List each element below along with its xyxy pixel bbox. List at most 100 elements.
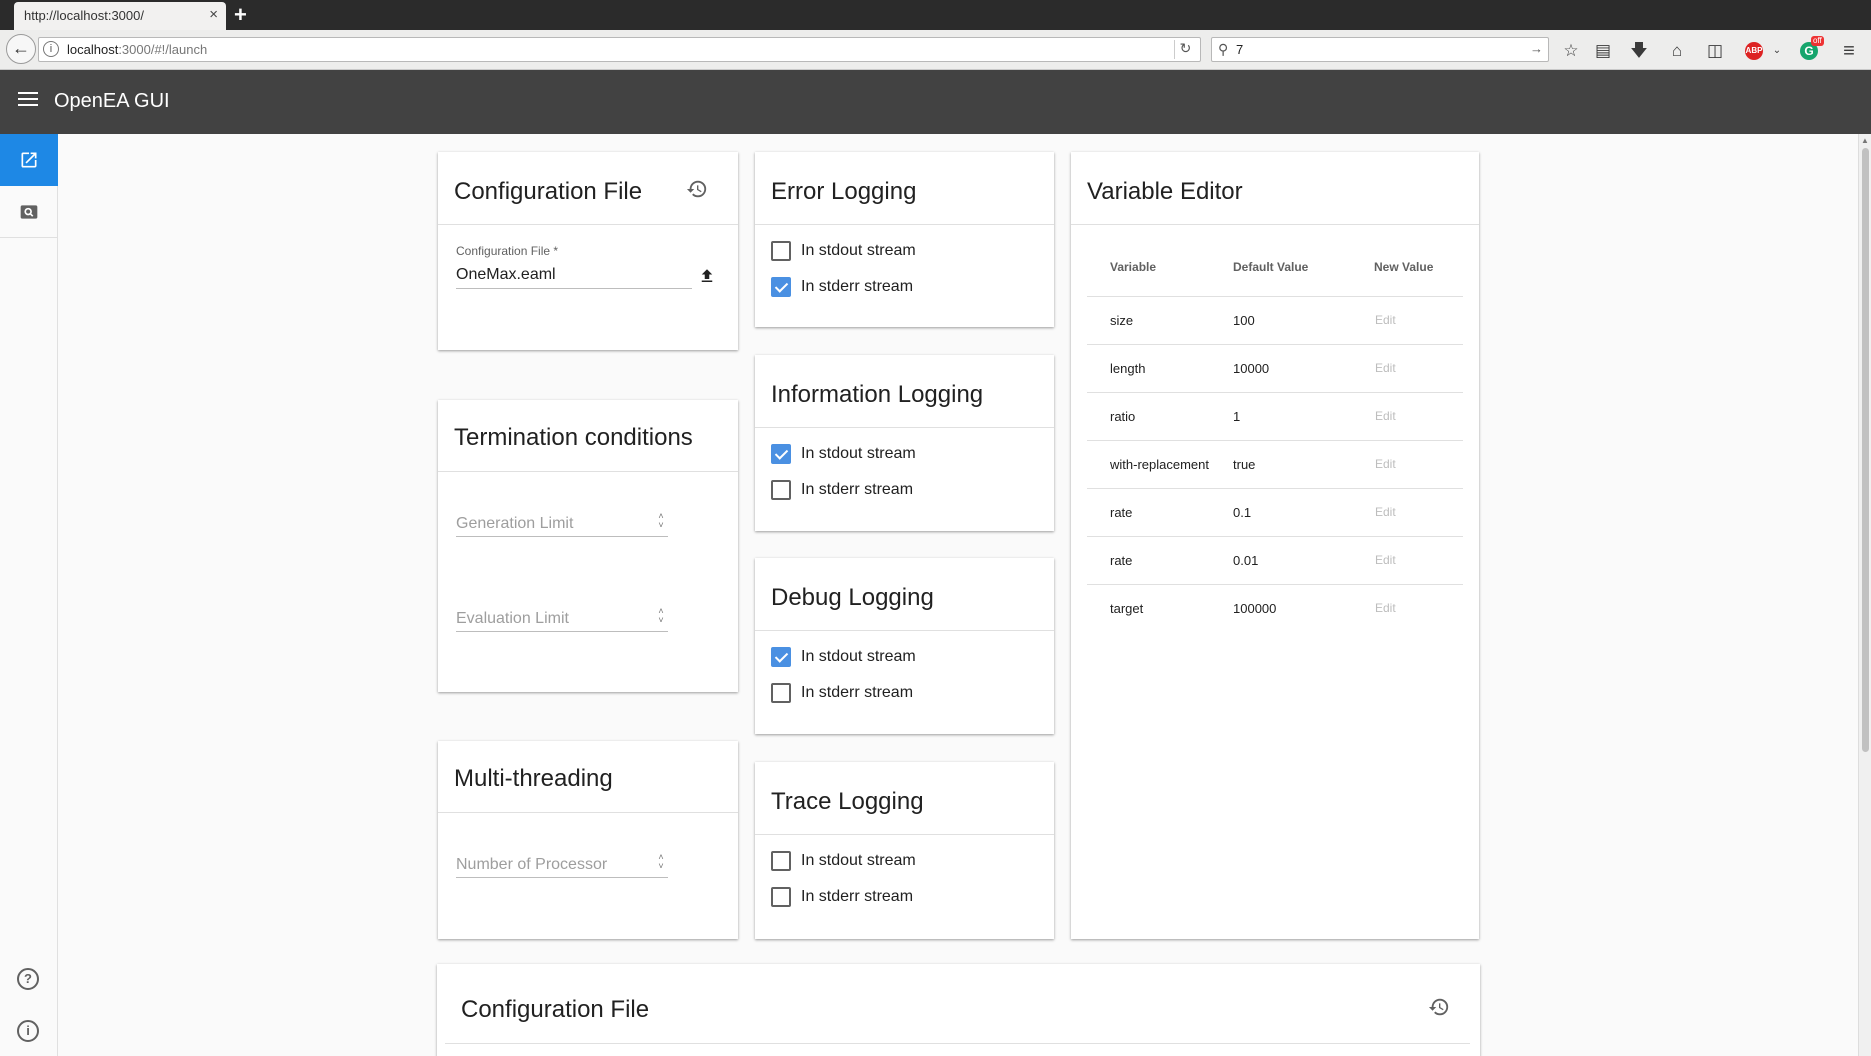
info-logging-card: Information Logging In stdout stream In … — [755, 355, 1054, 531]
scrollbar-thumb[interactable] — [1862, 148, 1869, 752]
card-title: Configuration File — [461, 996, 650, 1023]
default-value: 10000 — [1233, 361, 1270, 376]
info-stderr-checkbox[interactable] — [771, 480, 791, 500]
variable-name: length — [1110, 361, 1146, 376]
grammarly-off-badge: off — [1811, 36, 1824, 46]
card-title: Debug Logging — [771, 584, 934, 611]
search-bar[interactable]: ⚲ 7 → — [1211, 37, 1549, 62]
scroll-up-icon[interactable]: ▲ — [1861, 136, 1869, 145]
evaluation-limit-input[interactable]: Evaluation Limit — [456, 610, 569, 628]
processor-count-input[interactable]: Number of Processor — [456, 856, 607, 874]
config-file-label: Configuration File * — [456, 244, 559, 258]
checkbox-label: In stdout stream — [801, 242, 916, 259]
bookmark-star-icon[interactable]: ☆ — [1560, 40, 1582, 62]
about-info-icon[interactable]: i — [17, 1020, 39, 1042]
default-value: 100000 — [1233, 601, 1277, 616]
card-header: Error Logging — [755, 152, 1054, 225]
home-icon[interactable]: ⌂ — [1666, 40, 1688, 62]
processor-count-spinner[interactable]: ˄ ˅ — [656, 853, 666, 871]
trace-stderr-checkbox[interactable] — [771, 887, 791, 907]
new-tab-icon[interactable]: + — [234, 2, 247, 28]
browser-tab-bar: http://localhost:3000/ × + — [0, 0, 1871, 30]
checkbox-label: In stdout stream — [801, 852, 916, 869]
edit-button[interactable]: Edit — [1375, 553, 1396, 567]
generation-limit-spinner[interactable]: ˄ ˅ — [656, 512, 666, 530]
info-stdout-checkbox[interactable] — [771, 444, 791, 464]
rail-item-launch[interactable] — [0, 134, 58, 186]
generation-limit-input[interactable]: Generation Limit — [456, 515, 573, 533]
trace-stdout-checkbox[interactable] — [771, 851, 791, 871]
table-row: ratio 1 Edit — [1087, 392, 1463, 440]
menu-icon[interactable] — [18, 92, 38, 106]
nav-rail: ? i — [0, 134, 58, 1056]
url-text[interactable]: localhost:3000/#!/launch — [67, 42, 207, 57]
search-input[interactable]: 7 — [1236, 42, 1243, 57]
variable-name: size — [1110, 313, 1134, 328]
back-arrow-icon[interactable]: ← — [6, 34, 36, 64]
url-bar[interactable]: i localhost:3000/#!/launch ↻ — [38, 37, 1201, 62]
edit-button[interactable]: Edit — [1375, 505, 1396, 519]
error-stderr-checkbox[interactable] — [771, 277, 791, 297]
trace-logging-card: Trace Logging In stdout stream In stderr… — [755, 762, 1054, 939]
generation-limit-underline — [456, 536, 668, 537]
checkbox-label: In stdout stream — [801, 648, 916, 665]
card-header: Termination conditions — [438, 400, 738, 472]
debug-stdout-checkbox[interactable] — [771, 647, 791, 667]
image-search-icon — [20, 205, 38, 219]
browser-nav-bar: ← i localhost:3000/#!/launch ↻ ⚲ 7 → ☆ ▤… — [0, 30, 1871, 70]
card-title: Multi-threading — [454, 765, 613, 792]
evaluation-limit-spinner[interactable]: ˄ ˅ — [656, 607, 666, 625]
help-icon[interactable]: ? — [17, 968, 39, 990]
error-stdout-checkbox[interactable] — [771, 241, 791, 261]
termination-card: Termination conditions Generation Limit … — [438, 400, 738, 692]
download-icon[interactable]: 🡇 — [1628, 40, 1650, 62]
reading-list-icon[interactable]: ▤ — [1592, 40, 1614, 62]
history-icon[interactable] — [686, 178, 708, 200]
checkbox-label: In stderr stream — [801, 684, 914, 701]
card-header: Trace Logging — [755, 762, 1054, 835]
card-title: Information Logging — [771, 381, 984, 408]
card-title: Configuration File — [454, 178, 643, 205]
checkbox-label: In stderr stream — [801, 481, 914, 498]
error-logging-card: Error Logging In stdout stream In stderr… — [755, 152, 1054, 327]
card-header: Variable Editor — [1071, 152, 1479, 225]
variable-name: rate — [1110, 553, 1133, 568]
variable-name: target — [1110, 601, 1144, 616]
edit-button[interactable]: Edit — [1375, 409, 1396, 423]
reload-icon[interactable]: ↻ — [1174, 40, 1196, 59]
upload-icon[interactable] — [698, 266, 716, 286]
history-icon[interactable] — [1428, 996, 1450, 1018]
edit-button[interactable]: Edit — [1375, 601, 1396, 615]
grammarly-icon[interactable]: Goff — [1800, 36, 1824, 60]
chevron-down-icon[interactable]: ⌄ — [1766, 40, 1788, 62]
rail-item-search[interactable] — [0, 186, 58, 238]
variable-name: ratio — [1110, 409, 1136, 424]
page-scrollbar[interactable]: ▲ — [1858, 134, 1871, 1056]
browser-tab[interactable]: http://localhost:3000/ × — [14, 2, 226, 30]
pocket-icon[interactable]: ◫ — [1704, 40, 1726, 62]
debug-stderr-checkbox[interactable] — [771, 683, 791, 703]
edit-button[interactable]: Edit — [1375, 361, 1396, 375]
checkbox-label: In stderr stream — [801, 278, 914, 295]
config-file-underline — [456, 288, 692, 289]
config-file-card: Configuration File Configuration File * … — [438, 152, 738, 350]
search-go-icon[interactable]: → — [1530, 41, 1543, 56]
column-header-variable: Variable — [1110, 260, 1157, 274]
hamburger-menu-icon[interactable]: ≡ — [1838, 40, 1860, 62]
card-header: Configuration File — [445, 964, 1470, 1044]
edit-button[interactable]: Edit — [1375, 313, 1396, 327]
card-title: Trace Logging — [771, 788, 924, 815]
checkbox-label: In stdout stream — [801, 445, 916, 462]
multithreading-card: Multi-threading Number of Processor ˄ ˅ — [438, 741, 738, 939]
close-tab-icon[interactable]: × — [209, 6, 218, 23]
edit-button[interactable]: Edit — [1375, 457, 1396, 471]
default-value: 0.1 — [1233, 505, 1252, 520]
info-icon[interactable]: i — [43, 41, 59, 57]
card-header: Configuration File — [438, 152, 738, 225]
processor-count-underline — [456, 877, 668, 878]
adblock-icon[interactable]: ABP — [1745, 42, 1763, 60]
open-in-new-icon — [21, 152, 37, 168]
config-file-input[interactable]: OneMax.eaml — [456, 266, 556, 284]
app-bar: OpenEA GUI — [0, 70, 1871, 134]
default-value: 100 — [1233, 313, 1255, 328]
